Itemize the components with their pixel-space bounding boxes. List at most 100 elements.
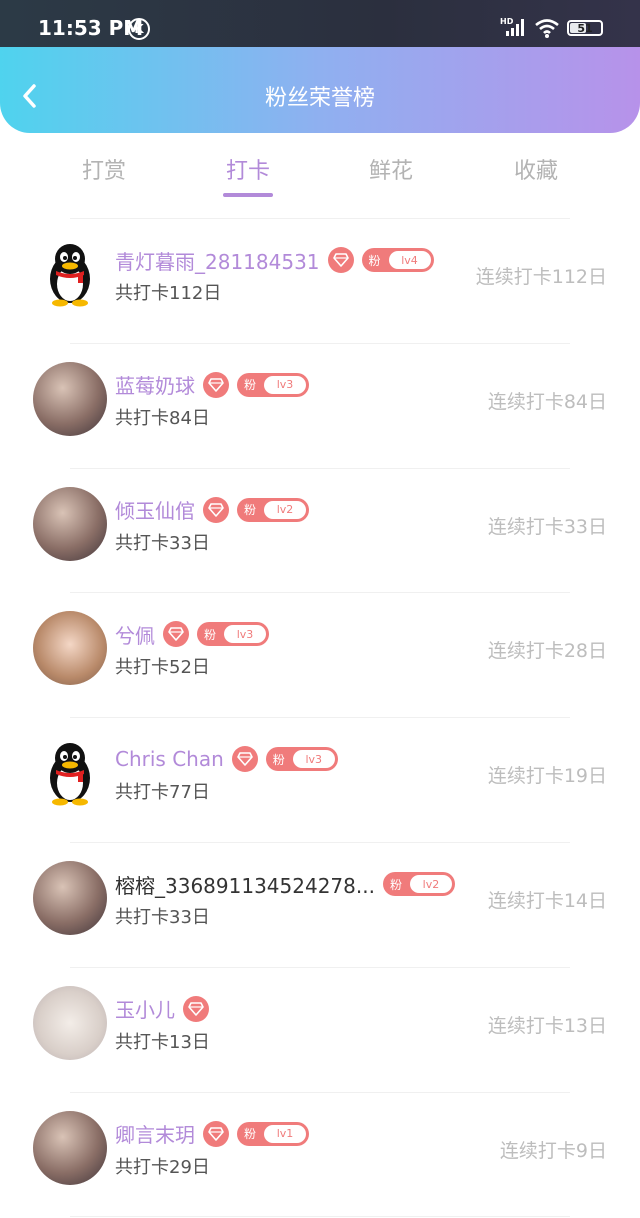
vip-diamond-badge [163, 621, 189, 648]
fan-list-item[interactable]: 兮佩 粉 lv3 共打卡52日 连续打卡28日 [0, 593, 640, 717]
fan-list-item[interactable]: 倾玉仙倌 粉 lv2 共打卡33日 连续打卡33日 [0, 469, 640, 593]
fan-badge-label: 粉 [243, 503, 256, 518]
diamond-icon [208, 1126, 224, 1141]
vip-diamond-badge [327, 247, 354, 273]
fan-name: 榕榕_336891134524278... [115, 873, 375, 898]
streak-checkin: 连续打卡84日 [487, 390, 607, 413]
diamond-icon [208, 377, 224, 392]
vip-diamond-badge [183, 995, 209, 1022]
name-line: 倾玉仙倌 粉 lv2 [115, 495, 309, 525]
fan-list-item[interactable]: 卿言末玥 粉 lv1 共打卡29日 连续打卡9日 [0, 1093, 640, 1217]
total-checkin: 共打卡33日 [115, 532, 210, 554]
avatar[interactable] [33, 237, 107, 311]
name-line: Chris Chan 粉 lv3 [115, 744, 338, 774]
fan-badge-label: 粉 [243, 1127, 256, 1142]
fan-list-item[interactable]: 蓝莓奶球 粉 lv3 共打卡84日 连续打卡84日 [0, 344, 640, 468]
name-line: 青灯暮雨_281184531 粉 lv4 [115, 245, 434, 275]
name-line: 榕榕_336891134524278... 粉 lv2 [115, 869, 455, 899]
name-line: 蓝莓奶球 粉 lv3 [115, 370, 309, 400]
fan-level-badge: 粉 lv3 [197, 622, 269, 647]
fan-list-item[interactable]: 玉小儿共打卡13日 连续打卡13日 [0, 968, 640, 1092]
streak-checkin: 连续打卡33日 [487, 515, 607, 538]
network-label: HD [500, 17, 514, 26]
diamond-icon [188, 1001, 204, 1016]
avatar[interactable] [33, 486, 107, 561]
tab-reward[interactable]: 打赏 [49, 153, 159, 185]
avatar[interactable] [33, 736, 107, 810]
fan-badge-label: 粉 [389, 877, 402, 892]
avatar[interactable] [33, 985, 107, 1060]
fan-name: 玉小儿 [115, 998, 175, 1023]
total-checkin: 共打卡77日 [115, 782, 210, 804]
vip-diamond-badge [203, 496, 229, 523]
fan-badge-label: 粉 [272, 752, 285, 767]
diamond-icon [168, 627, 184, 642]
fan-level: lv2 [264, 500, 306, 519]
fan-list-item[interactable]: 青灯暮雨_281184531 粉 lv4 共打卡112日 连续打卡112日 [0, 219, 640, 343]
vip-diamond-badge [203, 1120, 229, 1147]
diamond-icon [208, 502, 224, 517]
qq-penguin-icon [50, 743, 90, 806]
fan-name: 卿言末玥 [115, 1123, 195, 1148]
tab-checkin[interactable]: 打卡 [193, 153, 303, 185]
fan-list-item[interactable]: 榕榕_336891134524278... 粉 lv2 共打卡33日 连续打卡14日 [0, 843, 640, 967]
fan-level: lv1 [264, 1124, 306, 1143]
fan-badge-label: 粉 [368, 253, 381, 268]
streak-checkin: 连续打卡9日 [499, 1139, 607, 1162]
total-checkin: 共打卡33日 [115, 907, 210, 928]
total-checkin: 共打卡52日 [115, 657, 210, 679]
battery-icon: 51 [567, 20, 603, 36]
fan-level: lv2 [409, 875, 452, 893]
diamond-icon [236, 752, 253, 766]
fan-level-badge: 粉 lv4 [361, 248, 434, 272]
streak-checkin: 连续打卡13日 [487, 1014, 607, 1037]
fan-level-badge: 粉 lv3 [237, 372, 309, 397]
fan-level-badge: 粉 lv2 [237, 497, 309, 522]
total-checkin: 共打卡112日 [115, 283, 222, 304]
wifi-icon [535, 19, 559, 38]
vip-diamond-badge [231, 746, 258, 773]
fan-level-badge: 粉 lv1 [237, 1121, 309, 1146]
name-line: 兮佩 粉 lv3 [115, 619, 269, 649]
streak-checkin: 连续打卡14日 [487, 890, 607, 912]
page-title: 粉丝荣誉榜 [264, 86, 375, 111]
fan-name: 青灯暮雨_281184531 [115, 249, 320, 274]
k-icon: K [128, 18, 150, 40]
fan-level: lv3 [292, 750, 335, 769]
active-tab-indicator [223, 193, 273, 197]
total-checkin: 共打卡84日 [115, 407, 210, 429]
name-line: 玉小儿 [115, 994, 209, 1024]
fan-name: 倾玉仙倌 [115, 499, 195, 524]
fan-level: lv3 [224, 625, 266, 644]
tab-favorites[interactable]: 收藏 [481, 153, 591, 185]
fan-badge-label: 粉 [203, 627, 216, 642]
fan-name: Chris Chan [115, 747, 224, 772]
total-checkin: 共打卡29日 [115, 1156, 210, 1178]
fan-level: lv3 [264, 375, 306, 394]
status-bar: 11:53 PM K HD 51 [0, 0, 640, 47]
signal-icon: HD [500, 17, 524, 36]
fan-list-item[interactable]: Chris Chan 粉 lv3 共打卡77日 连续打卡19日 [0, 718, 640, 842]
fan-level-badge: 粉 lv3 [265, 747, 338, 772]
name-line: 卿言末玥 粉 lv1 [115, 1119, 309, 1149]
vip-diamond-badge [203, 371, 229, 398]
streak-checkin: 连续打卡28日 [487, 640, 607, 663]
header-bar: 11:53 PM K HD 51 粉丝荣誉榜 [0, 0, 640, 133]
fan-name: 蓝莓奶球 [115, 374, 195, 399]
fan-level: lv4 [388, 251, 431, 269]
fan-level-badge: 粉 lv2 [382, 872, 455, 896]
qq-penguin-icon [50, 244, 90, 307]
fan-badge-label: 粉 [243, 378, 256, 393]
tab-flowers[interactable]: 鲜花 [336, 153, 446, 185]
avatar[interactable] [33, 611, 107, 686]
avatar[interactable] [33, 361, 107, 436]
list-divider [70, 1216, 570, 1218]
tab-bar: 打赏 打卡 鲜花 收藏 [0, 145, 640, 205]
avatar[interactable] [33, 1110, 107, 1185]
fan-name: 兮佩 [115, 623, 155, 648]
avatar[interactable] [33, 861, 107, 935]
streak-checkin: 连续打卡112日 [475, 266, 607, 288]
battery-level: 51 [577, 21, 593, 35]
total-checkin: 共打卡13日 [115, 1031, 210, 1053]
streak-checkin: 连续打卡19日 [487, 765, 607, 788]
